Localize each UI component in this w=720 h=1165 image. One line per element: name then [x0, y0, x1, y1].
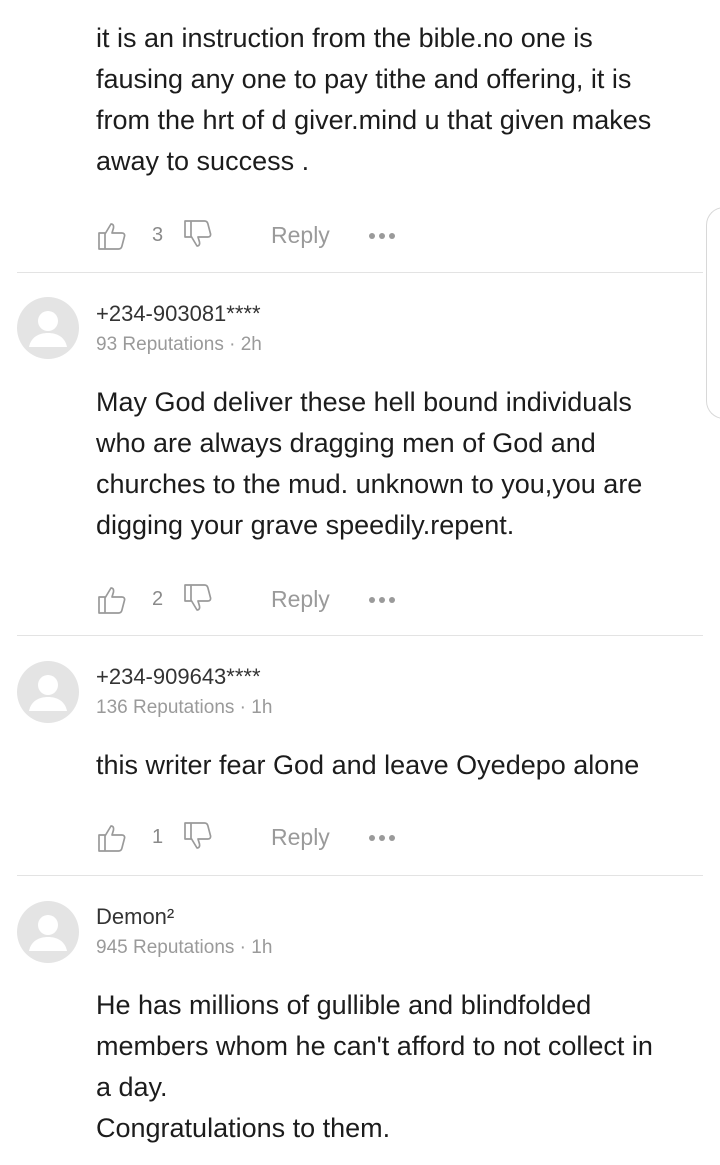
- divider: [17, 272, 703, 273]
- comment-text: May God deliver these hell bound individ…: [96, 387, 643, 540]
- like-count: 3: [152, 224, 164, 246]
- comment-actions: 1 Reply: [96, 818, 690, 858]
- thumbs-up-icon[interactable]: [96, 584, 128, 621]
- thumbs-down-icon[interactable]: [182, 218, 214, 255]
- thumbs-up-icon[interactable]: [96, 822, 128, 859]
- reply-button[interactable]: Reply: [271, 586, 330, 613]
- divider: [17, 635, 703, 636]
- thumbs-down-icon[interactable]: [182, 582, 214, 619]
- comment-item: Demon² 945 Reputations · 1h He has milli…: [0, 903, 720, 1149]
- reply-button[interactable]: Reply: [271, 824, 330, 851]
- comment-item: +234-903081**** 93 Reputations · 2h May …: [0, 300, 720, 620]
- divider: [17, 875, 703, 876]
- comment-item: +234-909643**** 136 Reputations · 1h thi…: [0, 663, 720, 858]
- comment-actions: 3 Reply: [96, 216, 690, 256]
- comment-meta: 136 Reputations · 1h: [96, 697, 273, 718]
- thumbs-down-icon[interactable]: [182, 820, 214, 857]
- more-options-icon[interactable]: [369, 835, 395, 843]
- thumbs-up-icon[interactable]: [96, 220, 128, 257]
- like-count: 1: [152, 826, 164, 848]
- comment-text: this writer fear God and leave Oyedepo a…: [96, 750, 640, 780]
- comment-author[interactable]: +234-903081****: [96, 300, 690, 328]
- comment-item: it is an instruction from the bible.no o…: [0, 18, 720, 256]
- reply-button[interactable]: Reply: [271, 222, 330, 249]
- comment-meta: 945 Reputations · 1h: [96, 937, 273, 958]
- floating-side-tab[interactable]: [706, 207, 720, 419]
- more-options-icon[interactable]: [369, 597, 395, 605]
- comment-actions: 2 Reply: [96, 580, 690, 620]
- comment-author[interactable]: +234-909643****: [96, 663, 690, 691]
- comment-author[interactable]: Demon²: [96, 903, 690, 931]
- comment-meta: 93 Reputations · 2h: [96, 334, 262, 355]
- more-options-icon[interactable]: [369, 233, 395, 241]
- comment-text: it is an instruction from the bible.no o…: [96, 23, 652, 176]
- like-count: 2: [152, 588, 164, 610]
- comment-text: He has millions of gullible and blindfol…: [96, 990, 653, 1143]
